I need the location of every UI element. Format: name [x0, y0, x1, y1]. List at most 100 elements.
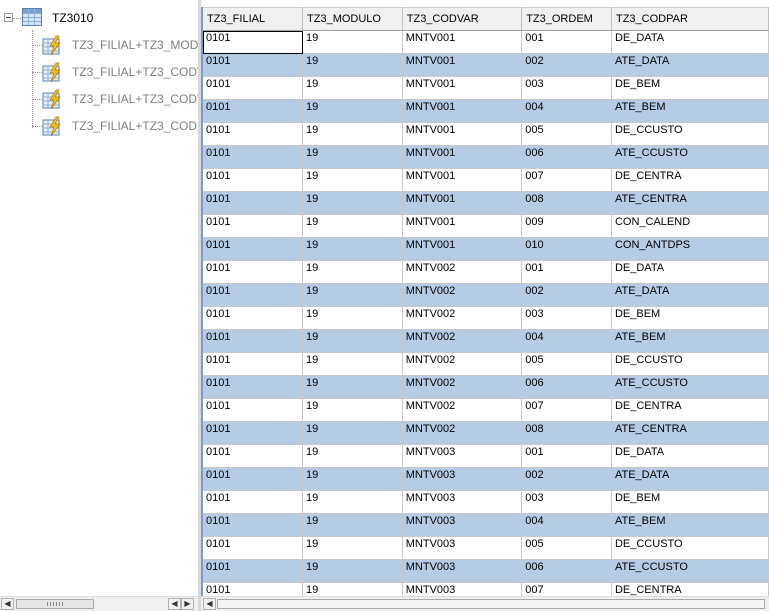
column-header[interactable]: TZ3_CODVAR: [402, 7, 523, 31]
data-grid[interactable]: TZ3_FILIAL TZ3_MODULO TZ3_CODVAR TZ3_ORDEM T…: [201, 7, 769, 611]
table-cell[interactable]: 003: [521, 306, 612, 330]
table-row[interactable]: 0101 19 MNTV003 006 ATE_CCUSTO: [203, 559, 769, 583]
table-cell[interactable]: 19: [302, 536, 403, 560]
table-cell[interactable]: ATE_BEM: [611, 513, 769, 537]
table-cell[interactable]: 002: [521, 283, 612, 307]
table-cell[interactable]: 006: [521, 145, 612, 169]
table-cell[interactable]: ATE_CENTRA: [611, 191, 769, 215]
table-row[interactable]: 0101 19 MNTV001 002 ATE_DATA: [203, 53, 769, 77]
table-cell[interactable]: MNTV001: [402, 145, 523, 169]
table-cell[interactable]: ATE_DATA: [611, 467, 769, 491]
table-cell[interactable]: 004: [521, 99, 612, 123]
table-cell[interactable]: MNTV002: [402, 283, 523, 307]
table-cell[interactable]: DE_CENTRA: [611, 168, 769, 192]
table-cell[interactable]: DE_CCUSTO: [611, 352, 769, 376]
table-cell[interactable]: DE_BEM: [611, 490, 769, 514]
table-row[interactable]: 0101 19 MNTV001 008 ATE_CENTRA: [203, 191, 769, 215]
table-cell[interactable]: MNTV003: [402, 490, 523, 514]
grid-horizontal-scrollbar[interactable]: ◀: [201, 596, 769, 611]
table-cell[interactable]: 19: [302, 76, 403, 100]
table-cell[interactable]: 0101: [203, 398, 304, 422]
table-cell[interactable]: 0101: [203, 513, 304, 537]
table-cell[interactable]: 007: [521, 398, 612, 422]
table-cell[interactable]: DE_DATA: [611, 444, 769, 468]
table-row[interactable]: 0101 19 MNTV001 004 ATE_BEM: [203, 99, 769, 123]
table-cell[interactable]: 19: [302, 168, 403, 192]
table-cell[interactable]: MNTV001: [402, 237, 523, 261]
table-row[interactable]: 0101 19 MNTV002 007 DE_CENTRA: [203, 398, 769, 422]
table-cell[interactable]: CON_CALEND: [611, 214, 769, 238]
column-header[interactable]: TZ3_ORDEM: [521, 7, 612, 31]
arrow-left-icon[interactable]: ◀: [168, 598, 181, 610]
table-cell[interactable]: 19: [302, 490, 403, 514]
table-cell[interactable]: 0101: [203, 490, 304, 514]
table-cell[interactable]: 0101: [203, 421, 304, 445]
collapse-toggle-icon[interactable]: [4, 13, 13, 22]
table-cell[interactable]: 19: [302, 30, 403, 54]
table-cell[interactable]: ATE_CCUSTO: [611, 559, 769, 583]
table-cell[interactable]: MNTV003: [402, 559, 523, 583]
table-cell[interactable]: MNTV003: [402, 536, 523, 560]
table-cell[interactable]: ATE_CCUSTO: [611, 375, 769, 399]
tree-item-table[interactable]: TZ3010: [0, 6, 198, 30]
arrow-right-icon[interactable]: ▶: [181, 598, 194, 610]
table-cell[interactable]: DE_DATA: [611, 30, 769, 54]
table-cell[interactable]: ATE_CENTRA: [611, 421, 769, 445]
table-cell[interactable]: 001: [521, 444, 612, 468]
table-cell[interactable]: 008: [521, 191, 612, 215]
tree-item-index[interactable]: TZ3_FILIAL+TZ3_CODPAR: [0, 114, 198, 140]
table-cell[interactable]: 0101: [203, 329, 304, 353]
table-cell[interactable]: ATE_DATA: [611, 283, 769, 307]
table-cell[interactable]: MNTV003: [402, 444, 523, 468]
table-cell[interactable]: 0101: [203, 375, 304, 399]
table-cell[interactable]: ATE_BEM: [611, 99, 769, 123]
table-cell[interactable]: 19: [302, 283, 403, 307]
table-cell[interactable]: 19: [302, 467, 403, 491]
table-row[interactable]: 0101 19 MNTV002 003 DE_BEM: [203, 306, 769, 330]
tree-horizontal-scrollbar[interactable]: ◀ ◀ ▶: [0, 596, 198, 611]
table-cell[interactable]: 0101: [203, 214, 304, 238]
table-cell[interactable]: 19: [302, 53, 403, 77]
arrow-left-icon[interactable]: ◀: [1, 598, 14, 610]
table-cell[interactable]: 19: [302, 237, 403, 261]
table-cell[interactable]: 003: [521, 490, 612, 514]
table-cell[interactable]: MNTV002: [402, 352, 523, 376]
table-cell[interactable]: CON_ANTDPS: [611, 237, 769, 261]
table-cell[interactable]: DE_DATA: [611, 260, 769, 284]
table-cell[interactable]: 19: [302, 559, 403, 583]
table-cell[interactable]: MNTV001: [402, 76, 523, 100]
table-cell[interactable]: 0101: [203, 260, 304, 284]
scrollbar-thumb[interactable]: [217, 599, 765, 609]
table-cell[interactable]: DE_BEM: [611, 76, 769, 100]
table-cell[interactable]: 002: [521, 467, 612, 491]
table-cell[interactable]: MNTV001: [402, 30, 523, 54]
table-cell[interactable]: 19: [302, 329, 403, 353]
table-cell[interactable]: 0101: [203, 559, 304, 583]
table-cell[interactable]: MNTV002: [402, 375, 523, 399]
table-cell[interactable]: 003: [521, 76, 612, 100]
table-cell[interactable]: 002: [521, 53, 612, 77]
table-cell[interactable]: DE_CCUSTO: [611, 122, 769, 146]
table-cell[interactable]: 0101: [203, 145, 304, 169]
table-cell[interactable]: 0101: [203, 536, 304, 560]
table-cell[interactable]: 0101: [203, 306, 304, 330]
table-cell[interactable]: 19: [302, 214, 403, 238]
table-cell[interactable]: 19: [302, 352, 403, 376]
table-cell[interactable]: DE_CCUSTO: [611, 536, 769, 560]
table-row[interactable]: 0101 19 MNTV001 009 CON_CALEND: [203, 214, 769, 238]
table-cell[interactable]: MNTV002: [402, 329, 523, 353]
table-cell[interactable]: ATE_DATA: [611, 53, 769, 77]
table-cell[interactable]: MNTV003: [402, 513, 523, 537]
table-row[interactable]: 0101 19 MNTV002 006 ATE_CCUSTO: [203, 375, 769, 399]
table-cell[interactable]: 19: [302, 191, 403, 215]
table-cell[interactable]: MNTV003: [402, 467, 523, 491]
scrollbar-thumb[interactable]: [16, 599, 94, 609]
table-row[interactable]: 0101 19 MNTV003 002 ATE_DATA: [203, 467, 769, 491]
table-row[interactable]: 0101 19 MNTV003 005 DE_CCUSTO: [203, 536, 769, 560]
table-row[interactable]: 0101 19 MNTV001 006 ATE_CCUSTO: [203, 145, 769, 169]
tree-item-index[interactable]: TZ3_FILIAL+TZ3_MODULO: [0, 33, 198, 59]
tree-item-index[interactable]: TZ3_FILIAL+TZ3_CODVAR: [0, 87, 198, 113]
table-cell[interactable]: 0101: [203, 467, 304, 491]
column-header[interactable]: TZ3_MODULO: [302, 7, 403, 31]
table-cell[interactable]: 19: [302, 398, 403, 422]
